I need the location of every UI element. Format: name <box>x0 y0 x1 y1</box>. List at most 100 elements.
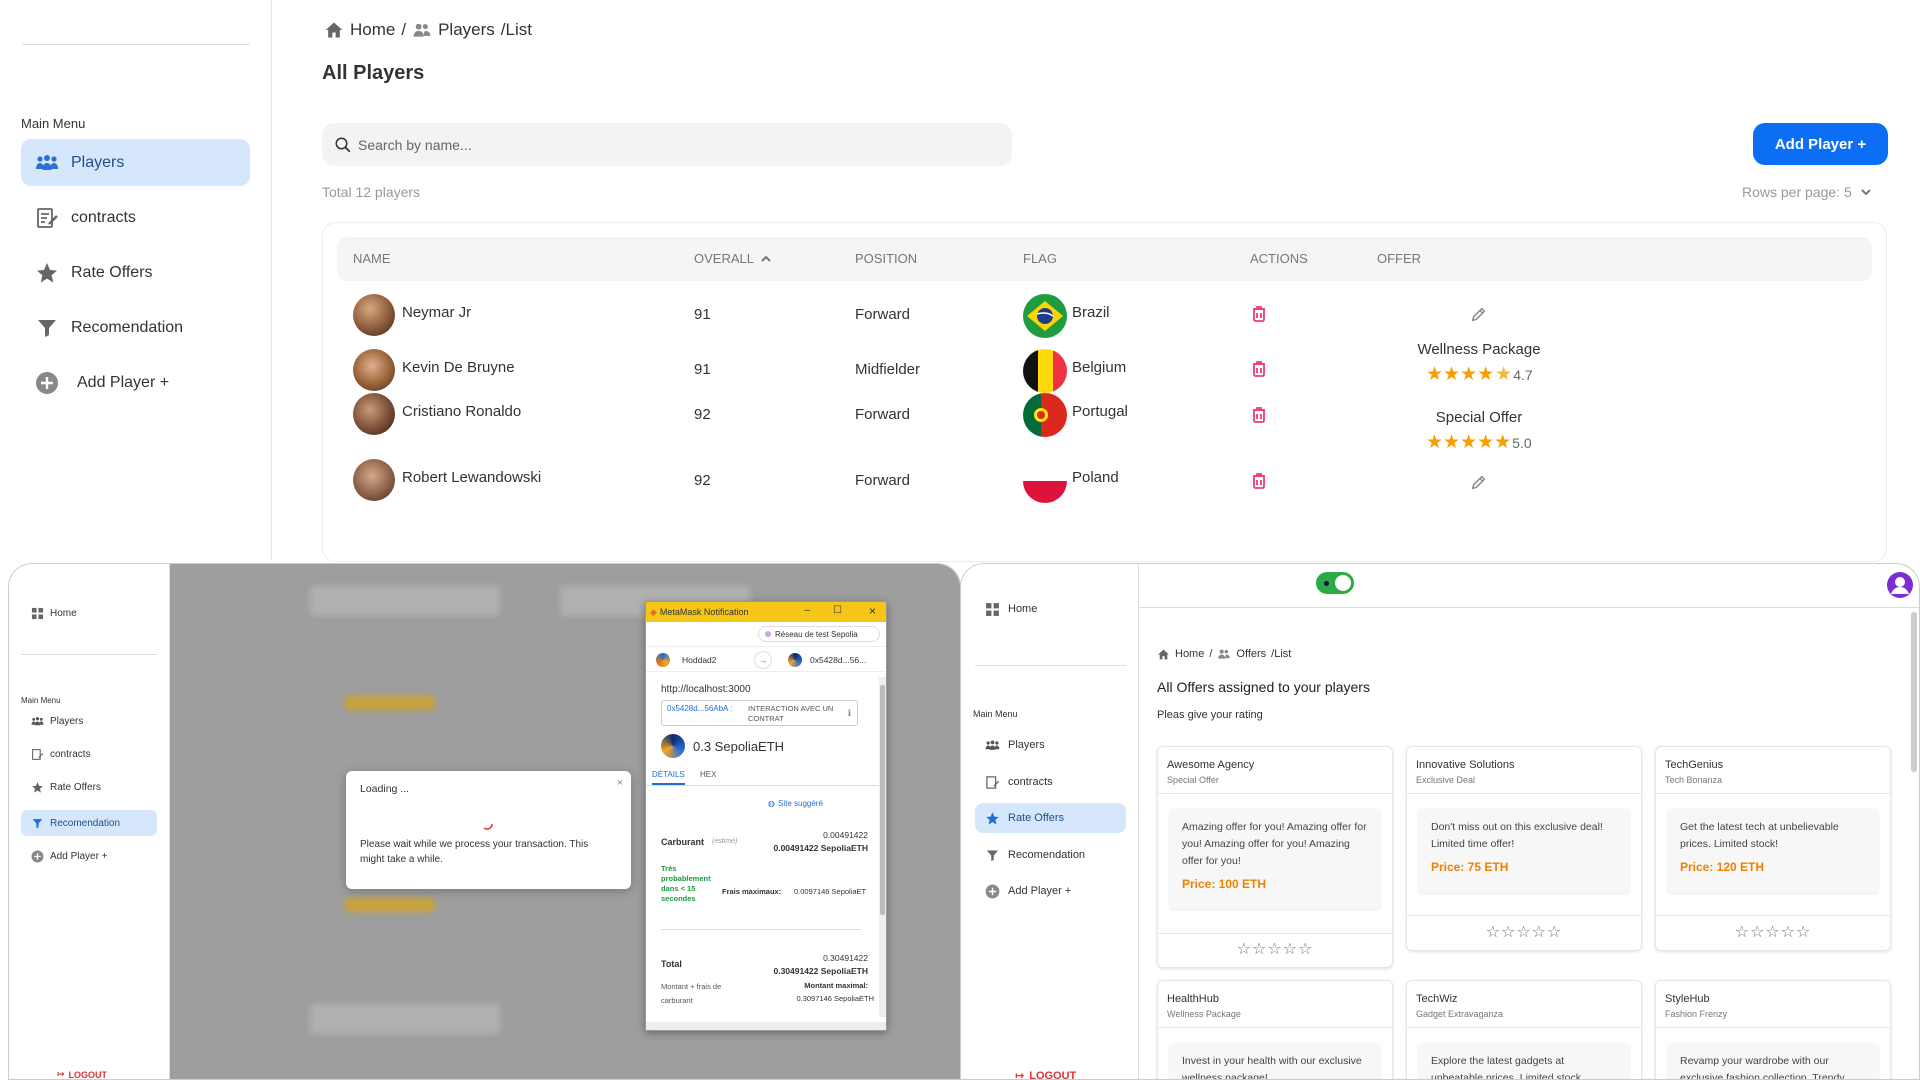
breadcrumb-offers[interactable]: Offers <box>1236 648 1266 660</box>
sidebar-item-players[interactable]: Players <box>975 730 1126 760</box>
theme-toggle[interactable] <box>1316 572 1354 594</box>
column-header-flag[interactable]: FLAG <box>1023 251 1057 266</box>
search-input[interactable]: Search by name... <box>322 123 1012 166</box>
offer-body: Invest in your health with our exclusive… <box>1170 1043 1380 1080</box>
offer-description: Revamp your wardrobe with our exclusive … <box>1680 1055 1845 1080</box>
sidebar-item-rate-offers[interactable]: Rate Offers <box>21 249 250 296</box>
offer-card: HealthHub Wellness Package Invest in you… <box>1157 980 1393 1080</box>
contract-icon <box>32 748 44 760</box>
breadcrumb-home[interactable]: Home <box>350 20 395 40</box>
tab-details[interactable]: DÉTAILS <box>652 770 685 785</box>
delete-icon[interactable] <box>1249 359 1269 379</box>
scrollbar-thumb[interactable] <box>880 685 885 915</box>
sidebar-item-label: contracts <box>50 748 91 760</box>
player-country: Belgium <box>1072 359 1127 376</box>
rows-per-page-select[interactable]: Rows per page: 5 <box>1742 184 1872 200</box>
minimize-icon[interactable]: – <box>804 605 810 616</box>
tab-hex[interactable]: HEX <box>700 770 716 779</box>
info-icon[interactable]: ℹ <box>848 708 851 719</box>
sidebar-item-add-player[interactable]: Add Player + <box>21 359 250 406</box>
sidebar-item-players[interactable]: Players <box>21 708 157 734</box>
offer-card: TechGenius Tech Bonanza Get the latest t… <box>1655 746 1891 951</box>
star-filled-icon: ★★★★★ <box>1426 432 1512 453</box>
max-fee-value: 0.0097146 SepoliaET <box>794 887 867 896</box>
sidebar-item-contracts[interactable]: contracts <box>21 194 250 241</box>
player-overall: 91 <box>694 361 711 378</box>
delete-icon[interactable] <box>1249 405 1269 425</box>
column-header-overall[interactable]: OVERALL <box>694 251 772 266</box>
delete-icon[interactable] <box>1249 471 1269 491</box>
sidebar-item-recomendation[interactable]: Recomendation <box>21 304 250 351</box>
sidebar-item-contracts[interactable]: contracts <box>975 767 1126 797</box>
portugal-flag-icon <box>1023 393 1067 437</box>
scrollbar[interactable] <box>879 677 886 1017</box>
delete-icon[interactable] <box>1249 304 1269 324</box>
players-table: NAME OVERALL POSITION FLAG ACTIONS OFFER… <box>322 222 1887 562</box>
add-player-button[interactable]: Add Player + <box>1753 123 1888 165</box>
fuel-label: Carburant <box>661 837 705 847</box>
origin-url: http://localhost:3000 <box>661 684 751 695</box>
sidebar-item-rate-offers[interactable]: Rate Offers <box>21 774 157 800</box>
offer-company: StyleHub <box>1665 993 1710 1005</box>
column-header-position[interactable]: POSITION <box>855 251 917 266</box>
star-rating-input[interactable]: ☆☆☆☆☆ <box>1158 939 1392 959</box>
sidebar-item-label: Players <box>1008 739 1045 751</box>
chevron-down-icon <box>1861 189 1871 196</box>
column-header-actions[interactable]: ACTIONS <box>1250 251 1308 266</box>
offer-description: Don't miss out on this exclusive deal! L… <box>1431 821 1603 850</box>
players-icon <box>985 740 1000 750</box>
offer-company: TechGenius <box>1665 759 1724 771</box>
logout-button[interactable]: ↦ LOGOUT <box>57 1069 107 1079</box>
sidebar-item-home[interactable]: Home <box>21 600 157 626</box>
edit-icon[interactable] <box>1470 473 1488 491</box>
transfer-amount: 0.3 SepoliaETH <box>693 739 785 754</box>
breadcrumb-list: /List <box>1271 648 1292 660</box>
avatar <box>353 393 395 435</box>
column-header-offer[interactable]: OFFER <box>1377 251 1421 266</box>
sidebar-item-label: Add Player + <box>1008 885 1072 897</box>
sidebar-item-recomendation[interactable]: Recomendation <box>21 810 157 836</box>
scrollbar[interactable] <box>1911 612 1917 772</box>
breadcrumb-home[interactable]: Home <box>1175 648 1204 660</box>
contract-icon <box>986 775 1000 789</box>
player-country: Portugal <box>1072 403 1128 420</box>
offer-type: Wellness Package <box>1167 1009 1241 1019</box>
sidebar-item-add-player[interactable]: Add Player + <box>975 876 1126 906</box>
logout-button[interactable]: ↦ LOGOUT <box>1015 1069 1076 1080</box>
card-divider <box>1656 793 1890 794</box>
suggested-site[interactable]: ◍ Site suggéré <box>768 799 823 808</box>
breadcrumb-players[interactable]: Players <box>438 20 495 40</box>
sidebar-item-home[interactable]: Home <box>975 594 1126 624</box>
edit-icon[interactable] <box>1470 305 1488 323</box>
column-header-name[interactable]: NAME <box>353 251 391 266</box>
close-icon[interactable]: × <box>617 777 623 789</box>
sidebar-item-recomendation[interactable]: Recomendation <box>975 840 1126 870</box>
user-avatar-icon[interactable] <box>1886 571 1914 599</box>
contract-address[interactable]: 0x5428d...56AbA : <box>667 704 733 714</box>
metamask-notification: ◆ MetaMask Notification – ☐ × Réseau de … <box>645 601 887 1031</box>
fuel-value: 0.00491422 <box>823 830 868 840</box>
maximize-icon[interactable]: ☐ <box>833 605 842 616</box>
player-overall: 92 <box>694 406 711 423</box>
sidebar-item-contracts[interactable]: contracts <box>21 741 157 767</box>
account-avatar <box>788 653 802 667</box>
offer-rating: ★★★★ ★ 4.7 <box>1426 365 1533 384</box>
main-sidebar: Main Menu Players contracts Rate Offers … <box>0 0 272 560</box>
star-rating-input[interactable]: ☆☆☆☆☆ <box>1656 922 1890 942</box>
network-name: Réseau de test Sepolia <box>775 629 858 639</box>
network-pill[interactable]: Réseau de test Sepolia <box>758 626 880 642</box>
rows-per-page-label: Rows per page: 5 <box>1742 184 1852 200</box>
close-icon[interactable]: × <box>869 604 876 618</box>
sidebar-item-add-player[interactable]: Add Player + <box>21 843 157 869</box>
horizontal-scrollbar[interactable] <box>646 1022 886 1030</box>
sidebar-item-rate-offers[interactable]: Rate Offers <box>975 803 1126 833</box>
star-rating-input[interactable]: ☆☆☆☆☆ <box>1407 922 1641 942</box>
sidebar-item-players[interactable]: Players <box>21 139 250 186</box>
player-name: Robert Lewandowski <box>402 469 542 486</box>
column-header-label: OVERALL <box>694 251 754 266</box>
main-menu-title: Main Menu <box>973 709 1018 719</box>
sidebar-divider <box>975 665 1126 666</box>
offers-window: Home Main Menu Players contracts Rate Of… <box>960 563 1920 1080</box>
offer-description: Invest in your health with our exclusive… <box>1182 1055 1362 1080</box>
max-amount-value: 0.3097146 SepoliaETH <box>796 994 874 1003</box>
